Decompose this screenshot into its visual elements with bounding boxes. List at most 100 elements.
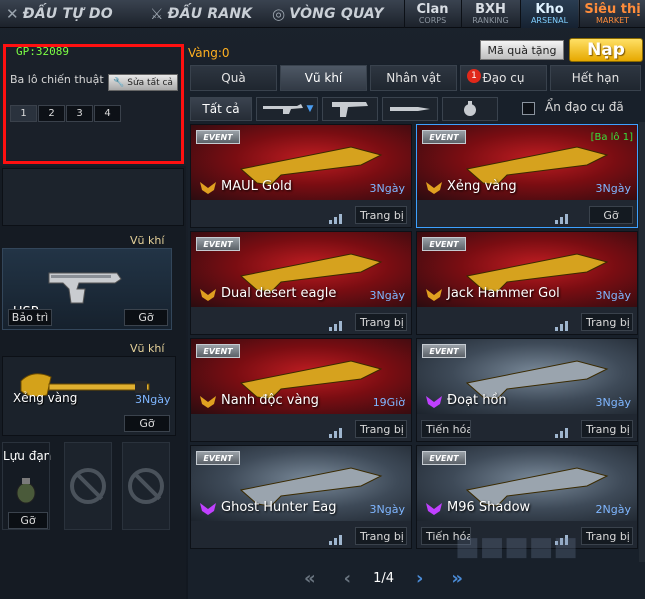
gift-code-button[interactable]: Mã quà tặng [480,40,564,60]
item-name: Đoạt hồn [447,393,507,408]
nav-dau-rank[interactable]: ⚔ ĐẤU RANK [150,0,268,28]
evolve-button[interactable]: Tiến hóa [421,420,471,438]
nav-clan-title: Clan [416,1,449,17]
event-badge: EVENT [196,344,240,358]
rifle-icon [262,104,303,114]
subtab-pistol[interactable] [322,97,378,121]
nav-clan[interactable]: Clan CORPS [404,0,460,28]
subtab-grenade[interactable] [442,97,498,121]
hide-items-label: Ẩn đạo cụ đã [545,100,624,114]
item-name: M96 Shadow [447,500,531,515]
gold-balance: Vàng:0 [188,46,230,60]
spin-wheel-icon: ◎ [272,5,286,23]
equip-button[interactable]: Trang bị [355,420,407,438]
grenade-icon [464,101,476,116]
nav-bxh[interactable]: BXH RANKING [461,0,519,28]
scrollbar[interactable] [639,122,645,562]
item-duration: 3Ngày [595,182,631,195]
signal-bars-icon [329,316,343,331]
dropdown-arrow-icon: ▼ [306,104,314,114]
topup-button[interactable]: Nạp [569,38,643,62]
subtab-knife[interactable] [382,97,438,121]
no-entry-icon [128,468,164,504]
tab-nhan-vat[interactable]: Nhân vật [370,65,457,91]
tab-dao-cu-label: Đạo cụ [482,71,525,85]
empty-slot[interactable] [122,442,170,530]
equip-button[interactable]: Trang bị [355,527,407,545]
rank-icon [425,180,443,194]
pistol-icon [332,102,368,117]
equip-button[interactable]: Trang bị [355,206,407,224]
melee-weapon-name: Xẻng vàng [13,391,78,405]
rank-icon [199,180,217,194]
game-inventory-screen: ✕ ĐẤU TỰ DO ⚔ ĐẤU RANK ◎ VÒNG QUAY Clan CORP… [0,0,645,599]
signal-bars-icon [329,209,343,224]
first-page-icon[interactable]: « [304,568,316,589]
nav-sieu-thi[interactable]: Siêu thị MARKET [579,0,645,28]
signal-bars-icon [329,530,343,545]
item-name: Dual desert eagle [221,286,337,301]
unequip-secondary-button[interactable]: Gỡ [124,309,168,326]
last-page-icon[interactable]: » [451,568,463,589]
primary-slot[interactable] [2,168,184,226]
item-duration: 3Ngày [595,396,631,409]
event-badge: EVENT [196,130,240,144]
item-card[interactable]: EVENT Xẻng vàng 3Ngày [Ba lô 1] Gỡ [416,124,638,228]
event-badge: EVENT [196,237,240,251]
item-name: MAUL Gold [221,179,292,194]
category-tabs: Quà Vũ khí Nhân vật 1 Đạo cụ Hết hạn [190,65,644,91]
unequip-melee-button[interactable]: Gỡ [124,415,170,432]
highlight-frame [3,44,184,164]
tab-dao-cu[interactable]: 1 Đạo cụ [460,65,547,91]
page-indicator: 1/4 [373,571,394,586]
item-card[interactable]: EVENT Nanh độc vàng 19Giờ Trang bị [190,338,412,442]
rank-icon [199,501,217,515]
equip-button[interactable]: Trang bị [581,420,633,438]
item-name: Xẻng vàng [447,179,517,194]
tab-vu-khi[interactable]: Vũ khí [280,65,367,91]
equip-button[interactable]: Trang bị [581,313,633,331]
equip-button[interactable]: Trang bị [355,313,407,331]
nav-kho-title: Kho [535,1,564,17]
nav-clan-sub: CORPS [418,15,447,25]
nav-kho-sub: ARSENAL [530,15,569,25]
unequip-grenade-button[interactable]: Gỡ [8,512,48,529]
rank-icon [425,394,443,408]
nav-sieu-thi-title: Siêu thị [584,1,641,17]
nav-vong-quay[interactable]: ◎ VÒNG QUAY [272,0,396,28]
item-name: Nanh độc vàng [221,393,319,408]
melee-weapon-duration: 3Ngày [135,393,171,406]
subtab-all[interactable]: Tất cả [190,97,252,121]
nav-kho[interactable]: Kho ARSENAL [520,0,578,28]
notification-badge: 1 [467,69,481,83]
event-badge: EVENT [422,451,466,465]
item-card[interactable]: EVENT MAUL Gold 3Ngày Trang bị [190,124,412,228]
nav-dau-tu-do[interactable]: ✕ ĐẤU TỰ DO [6,0,136,28]
empty-slot[interactable] [64,442,112,530]
nav-vong-quay-label: VÒNG QUAY [289,6,384,22]
item-card[interactable]: EVENT Đoạt hồn 3Ngày Tiến hóa Trang bị [416,338,638,442]
prev-page-icon[interactable]: ‹ [344,568,351,589]
pagination: « ‹ 1/4 › » [290,568,477,589]
next-page-icon[interactable]: › [416,568,423,589]
item-card[interactable]: EVENT Dual desert eagle 3Ngày Trang bị [190,231,412,335]
item-duration: 3Ngày [369,182,405,195]
signal-bars-icon [329,423,343,438]
tab-qua[interactable]: Quà [190,65,277,91]
subtab-rifle[interactable]: ▼ [256,97,318,121]
hide-items-checkbox[interactable] [522,102,535,115]
rank-icon [199,287,217,301]
crossed-swords-icon: ✕ [6,5,19,23]
watermark: ■■■■■ [455,532,578,562]
no-entry-icon [70,468,106,504]
item-card[interactable]: EVENT Jack Hammer Gol 3Ngày Trang bị [416,231,638,335]
equip-button[interactable]: Trang bị [581,527,633,545]
top-nav-bar: ✕ ĐẤU TỰ DO ⚔ ĐẤU RANK ◎ VÒNG QUAY Clan CORP… [0,0,645,28]
item-duration: 19Giờ [372,396,405,409]
item-card[interactable]: EVENT Ghost Hunter Eag 3Ngày Trang bị [190,445,412,549]
maintain-button[interactable]: Bảo trì [8,309,52,326]
signal-bars-icon [555,209,569,224]
unequip-button[interactable]: Gỡ [589,206,633,224]
tab-het-han[interactable]: Hết hạn [550,65,641,91]
nav-bxh-sub: RANKING [472,15,509,25]
